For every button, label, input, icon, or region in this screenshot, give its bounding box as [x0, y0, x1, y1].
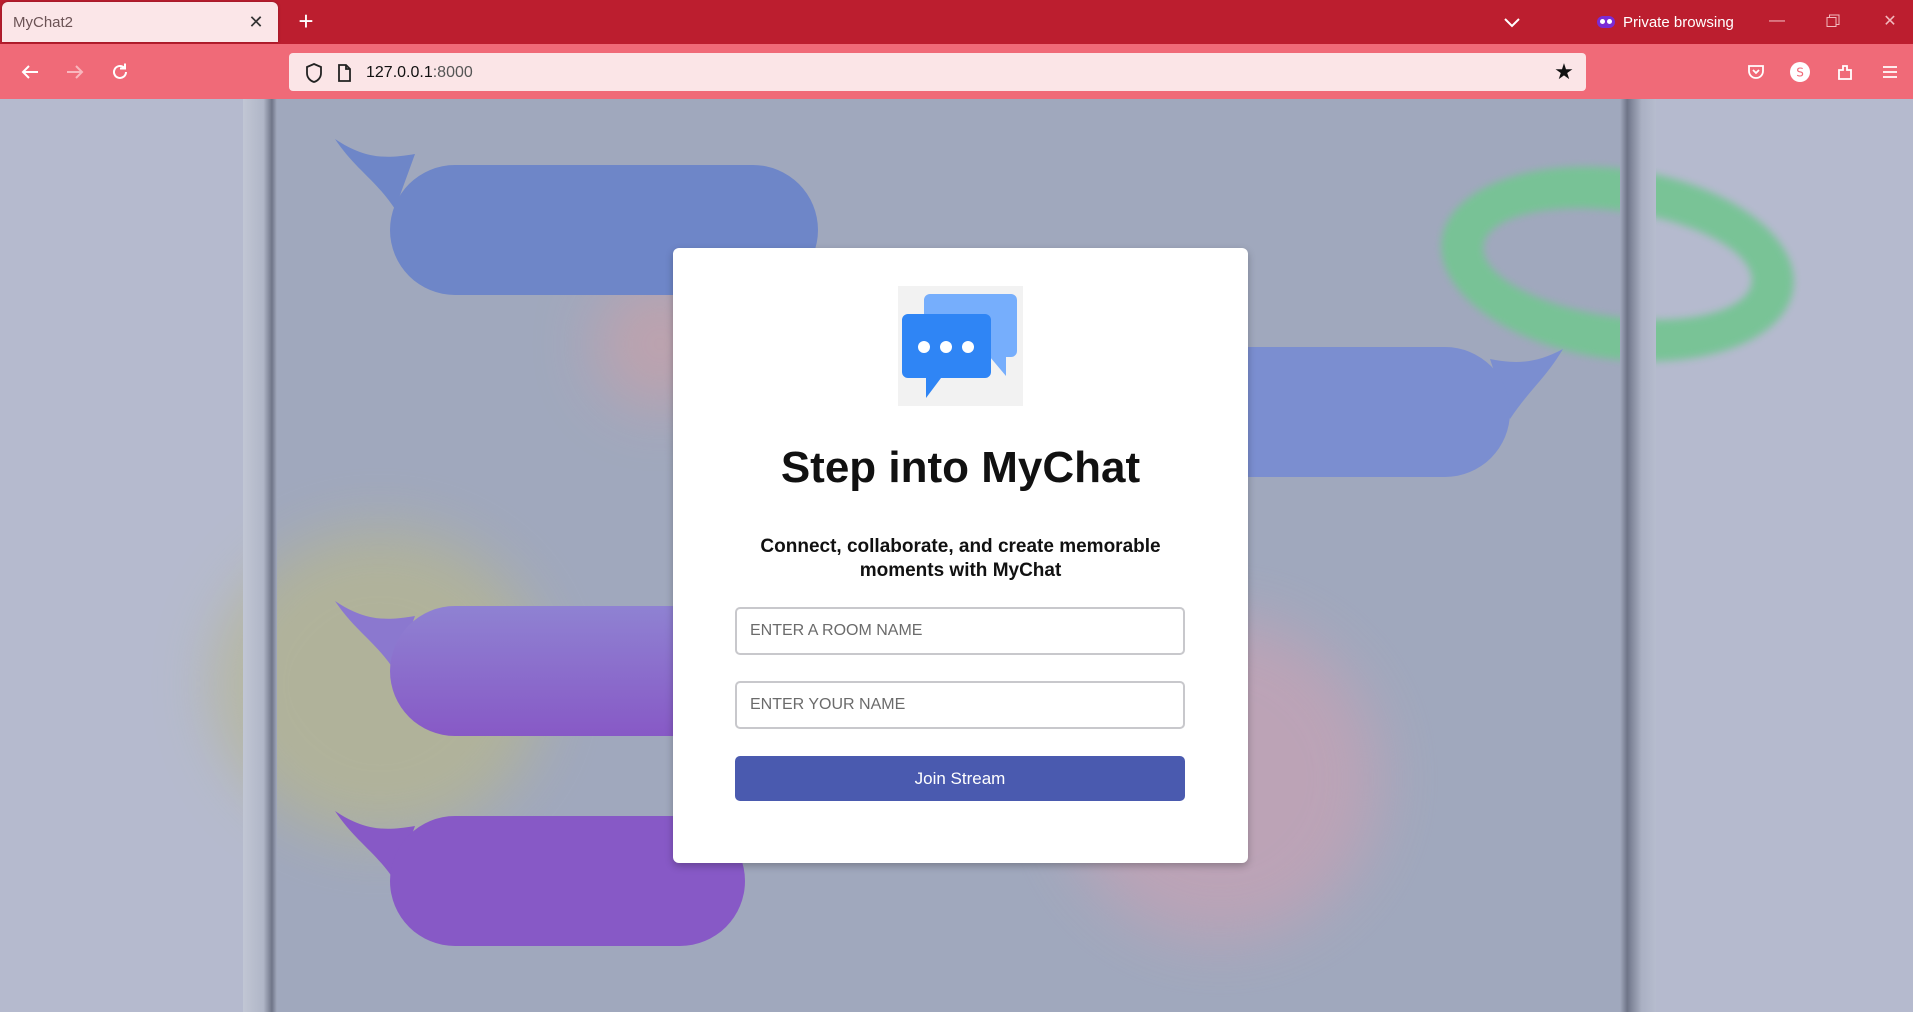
- glass-panel-edge-left: [243, 99, 277, 1012]
- minimize-icon[interactable]: —: [1759, 6, 1795, 36]
- private-browsing-indicator: Private browsing: [1597, 10, 1734, 34]
- address-bar[interactable]: 127.0.0.1:8000 ★: [289, 53, 1586, 91]
- navigation-toolbar: 127.0.0.1:8000 ★ S: [0, 44, 1913, 99]
- join-room-card: Step into MyChat Connect, collaborate, a…: [673, 248, 1248, 863]
- page-subtitle: Connect, collaborate, and create memorab…: [760, 536, 1161, 581]
- account-icon[interactable]: S: [1786, 58, 1814, 86]
- tab-title: MyChat2: [13, 14, 74, 31]
- url-text: 127.0.0.1:8000: [366, 64, 473, 82]
- glass-panel-edge-right: [1620, 99, 1656, 1012]
- user-name-input[interactable]: [735, 681, 1185, 729]
- private-browsing-label: Private browsing: [1623, 13, 1734, 31]
- shield-icon[interactable]: [303, 62, 325, 84]
- page-viewport: Step into MyChat Connect, collaborate, a…: [0, 99, 1913, 1012]
- extensions-icon[interactable]: [1831, 58, 1859, 86]
- page-icon[interactable]: [333, 62, 355, 84]
- restore-icon[interactable]: [1815, 6, 1851, 36]
- browser-tab[interactable]: MyChat2 ✕: [2, 2, 278, 42]
- chat-bubbles-icon: [898, 286, 1023, 406]
- room-name-input[interactable]: [735, 607, 1185, 655]
- pocket-icon[interactable]: [1742, 58, 1770, 86]
- url-host: 127.0.0.1: [366, 64, 433, 81]
- tab-close-icon[interactable]: ✕: [244, 10, 268, 34]
- close-window-icon[interactable]: ✕: [1872, 6, 1908, 36]
- join-stream-button[interactable]: Join Stream: [735, 756, 1185, 801]
- back-arrow-icon[interactable]: [16, 58, 44, 86]
- forward-arrow-icon[interactable]: [61, 58, 89, 86]
- private-mask-icon: [1597, 16, 1615, 28]
- reload-icon[interactable]: [106, 58, 134, 86]
- tab-bar: MyChat2 ✕ + Private browsing — ✕: [0, 0, 1913, 44]
- tab-list-chevron-icon[interactable]: [1500, 10, 1524, 34]
- svg-text:S: S: [1796, 66, 1804, 80]
- star-icon[interactable]: ★: [1552, 60, 1576, 84]
- new-tab-icon[interactable]: +: [293, 8, 319, 34]
- url-port: :8000: [432, 64, 473, 81]
- page-title: Step into MyChat: [780, 443, 1141, 492]
- hamburger-menu-icon[interactable]: [1876, 58, 1904, 86]
